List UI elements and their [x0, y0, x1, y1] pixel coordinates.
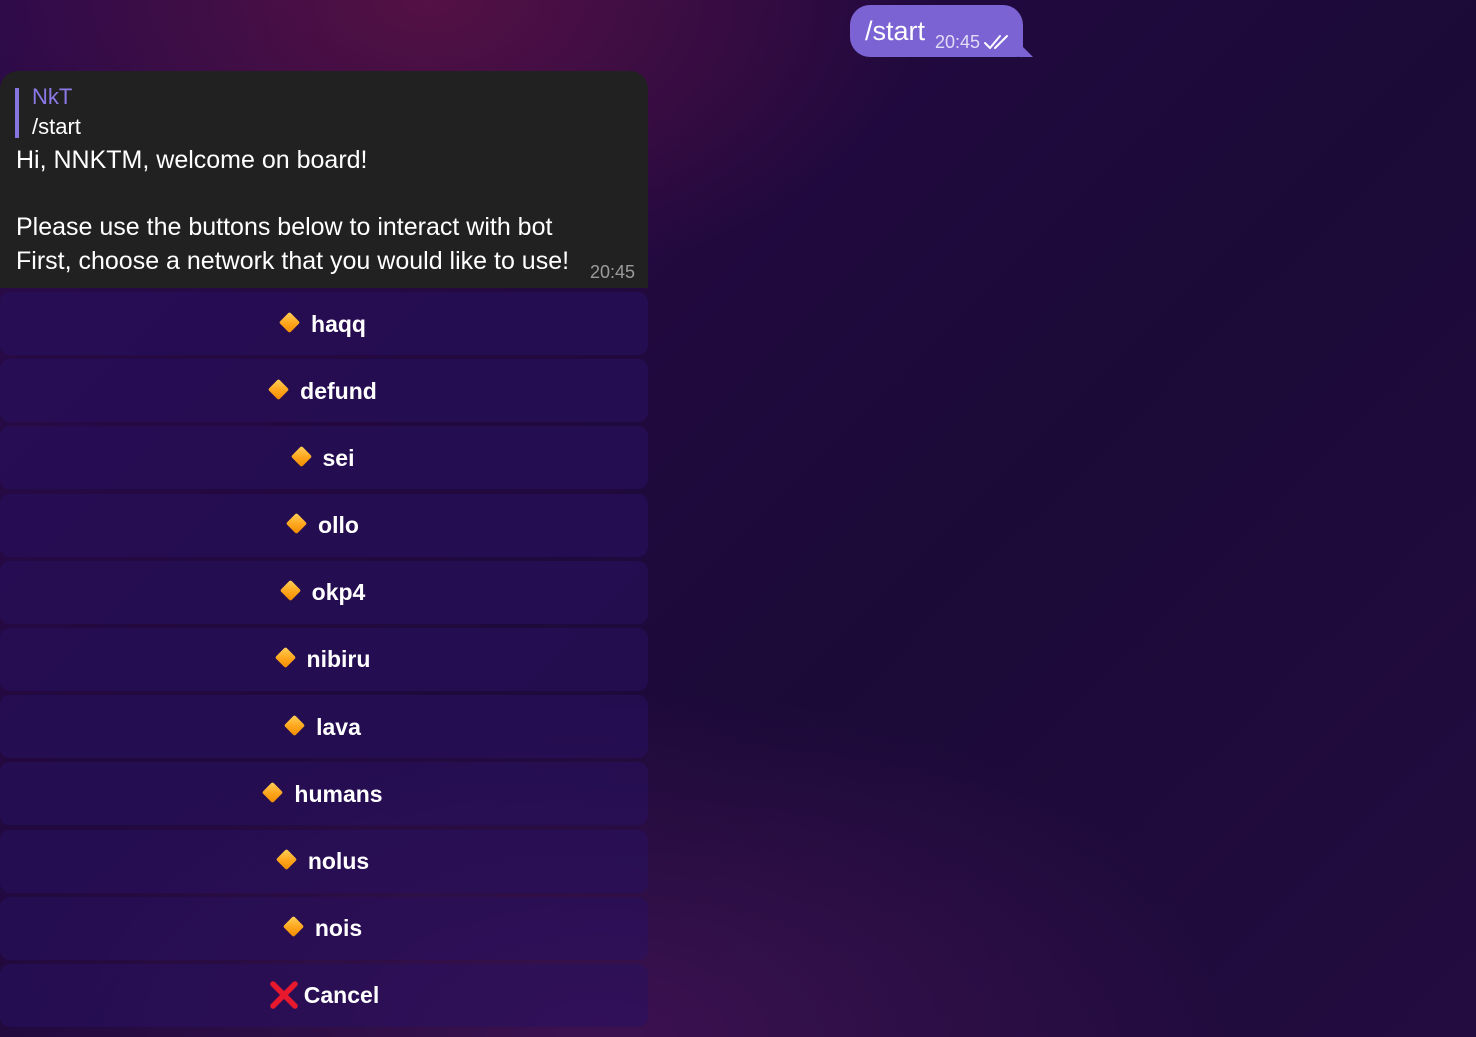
button-label: Cancel — [303, 982, 380, 1009]
message-greeting-line: Hi, NNKTM, welcome on board! — [16, 146, 368, 174]
network-button-lava[interactable]: lava — [0, 695, 648, 759]
button-label: nibiru — [306, 646, 371, 673]
orange-diamond-icon — [279, 580, 301, 602]
orange-diamond-icon — [262, 781, 284, 803]
message-instruction-line: Please use the buttons below to interact… — [16, 213, 553, 241]
button-label: nois — [314, 915, 363, 942]
orange-diamond-icon — [268, 378, 290, 400]
orange-diamond-icon — [274, 647, 296, 669]
network-button-ollo[interactable]: ollo — [0, 493, 648, 557]
button-label: nolus — [307, 848, 370, 874]
reply-quote[interactable]: NkT /start — [15, 84, 81, 139]
network-button-nibiru[interactable]: nibiru — [0, 627, 648, 691]
double-check-icon — [984, 35, 1009, 49]
outgoing-message-text: /start — [865, 16, 926, 46]
orange-diamond-icon — [284, 714, 306, 736]
reply-author-name: NkT — [32, 84, 73, 109]
button-label: humans — [294, 780, 383, 807]
incoming-message-time: 20:45 — [589, 262, 635, 282]
orange-diamond-icon — [278, 311, 301, 333]
network-button-defund[interactable]: defund — [0, 359, 648, 423]
inline-keyboard: haqq defund sei ollo okp4 nibiru lava hu… — [0, 292, 648, 1027]
network-button-humans[interactable]: humans — [0, 762, 648, 826]
button-label: haqq — [311, 310, 366, 337]
network-button-nois[interactable]: nois — [0, 896, 648, 960]
orange-diamond-icon — [290, 445, 312, 467]
cancel-button[interactable]: Cancel — [0, 963, 648, 1027]
network-button-sei[interactable]: sei — [0, 426, 648, 490]
orange-diamond-icon — [285, 512, 308, 535]
reply-quote-text: /start — [32, 114, 81, 139]
network-button-okp4[interactable]: okp4 — [0, 560, 648, 624]
incoming-message-bubble[interactable]: NkT /start Hi, NNKTM, welcome on board! … — [0, 71, 648, 288]
orange-diamond-icon — [275, 848, 297, 871]
network-button-nolus[interactable]: nolus — [0, 829, 648, 893]
button-label: ollo — [318, 512, 359, 539]
outgoing-message-meta: 20:45 — [935, 31, 1012, 53]
orange-diamond-icon — [282, 916, 304, 938]
network-button-haqq[interactable]: haqq — [0, 292, 648, 355]
button-label: okp4 — [311, 579, 366, 606]
message-choose-network-line: First, choose a network that you would l… — [16, 247, 570, 275]
outgoing-message-bubble[interactable]: /start 20:45 — [850, 5, 1033, 57]
button-label: sei — [322, 444, 355, 471]
button-label: defund — [300, 377, 377, 404]
outgoing-message-time: 20:45 — [935, 32, 981, 52]
bubble-tail — [1019, 43, 1033, 57]
red-cross-icon — [270, 981, 298, 1010]
button-label: lava — [316, 713, 361, 740]
